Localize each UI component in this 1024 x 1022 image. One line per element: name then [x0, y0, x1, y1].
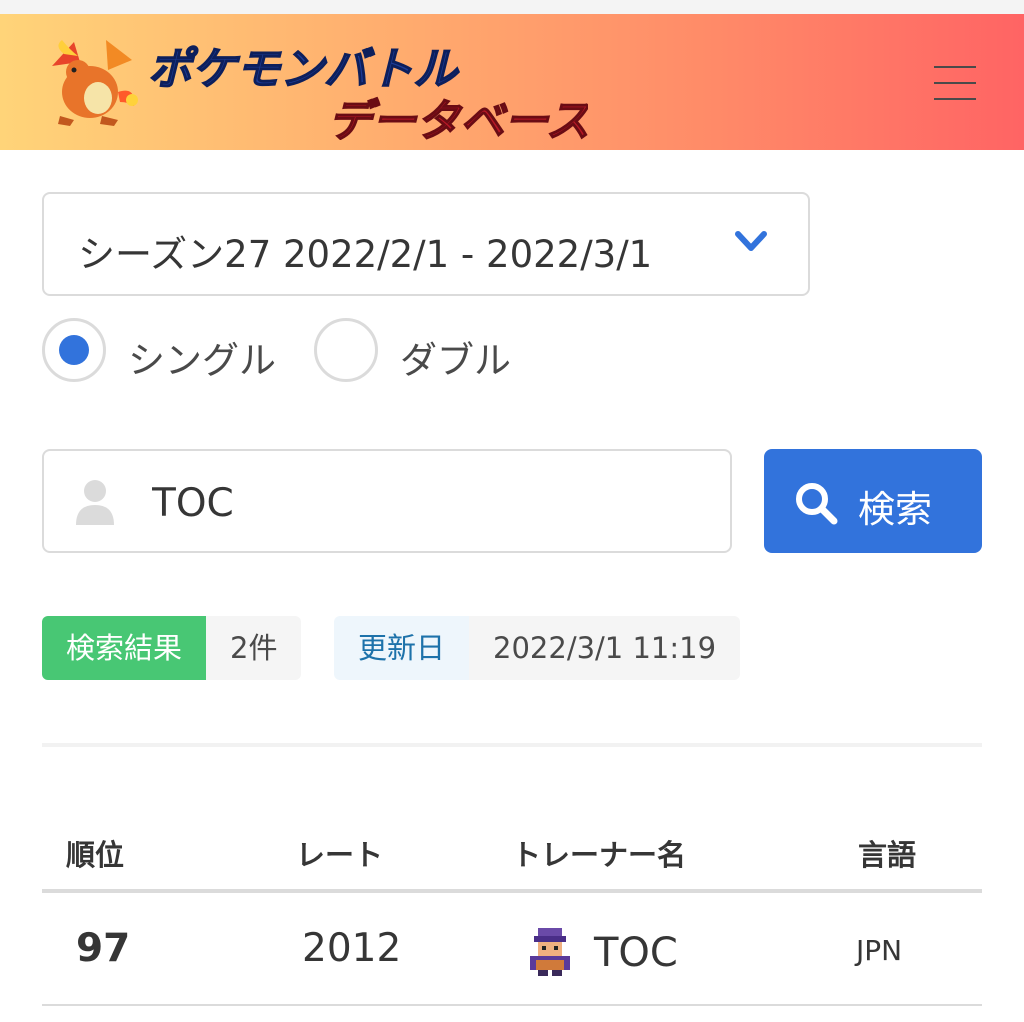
column-header-rank[interactable]: 順位: [66, 832, 124, 874]
trainer-search-input[interactable]: [152, 481, 712, 526]
column-header-language[interactable]: 言語: [858, 832, 916, 874]
result-count-tag: 検索結果 2件: [42, 616, 302, 680]
radio-single-circle[interactable]: [42, 318, 106, 382]
updated-label: 更新日: [334, 616, 470, 680]
updated-date-tag: 更新日 2022/3/1 11:19: [334, 616, 741, 680]
results-count: 2件: [206, 616, 302, 680]
table-header-border: [42, 889, 982, 893]
row-rate: 2012: [302, 926, 402, 971]
search-button-label: 検索: [858, 488, 932, 531]
svg-text:データベース: データベース: [328, 96, 588, 140]
updated-value: 2022/3/1 11:19: [469, 616, 741, 680]
browser-top-strip: [0, 0, 1024, 14]
user-icon: [76, 480, 114, 525]
column-header-rate[interactable]: レート: [296, 832, 383, 874]
row-trainer-name[interactable]: TOC: [594, 930, 678, 976]
radio-double[interactable]: ダブル: [314, 318, 534, 384]
row-rank: 97: [76, 926, 131, 971]
search-icon: [796, 483, 838, 525]
menu-hamburger-icon[interactable]: [928, 62, 982, 108]
season-select-value: シーズン27 2022/2/1 - 2022/3/1: [78, 233, 653, 276]
site-logo-title[interactable]: ポケモンバトル データベース: [148, 36, 588, 140]
svg-text:ポケモンバトル: ポケモンバトル: [148, 44, 459, 95]
radio-single-label: シングル: [128, 339, 276, 382]
radio-selected-dot: [59, 335, 89, 365]
charizard-logo-icon[interactable]: [44, 36, 140, 128]
radio-double-circle[interactable]: [314, 318, 378, 382]
season-select[interactable]: シーズン27 2022/2/1 - 2022/3/1: [42, 192, 810, 296]
table-row-border: [42, 1004, 982, 1006]
trainer-search-field[interactable]: [42, 449, 732, 553]
row-language: JPN: [856, 934, 903, 967]
site-header: ポケモンバトル データベース: [0, 14, 1024, 150]
column-header-trainer[interactable]: トレーナー名: [512, 832, 686, 874]
trainer-avatar-icon: [530, 928, 570, 976]
results-label: 検索結果: [42, 616, 207, 680]
radio-single[interactable]: シングル: [42, 318, 292, 384]
radio-double-label: ダブル: [400, 339, 511, 382]
section-divider: [42, 743, 982, 747]
chevron-down-icon: [735, 231, 767, 251]
search-button[interactable]: 検索: [764, 449, 982, 553]
